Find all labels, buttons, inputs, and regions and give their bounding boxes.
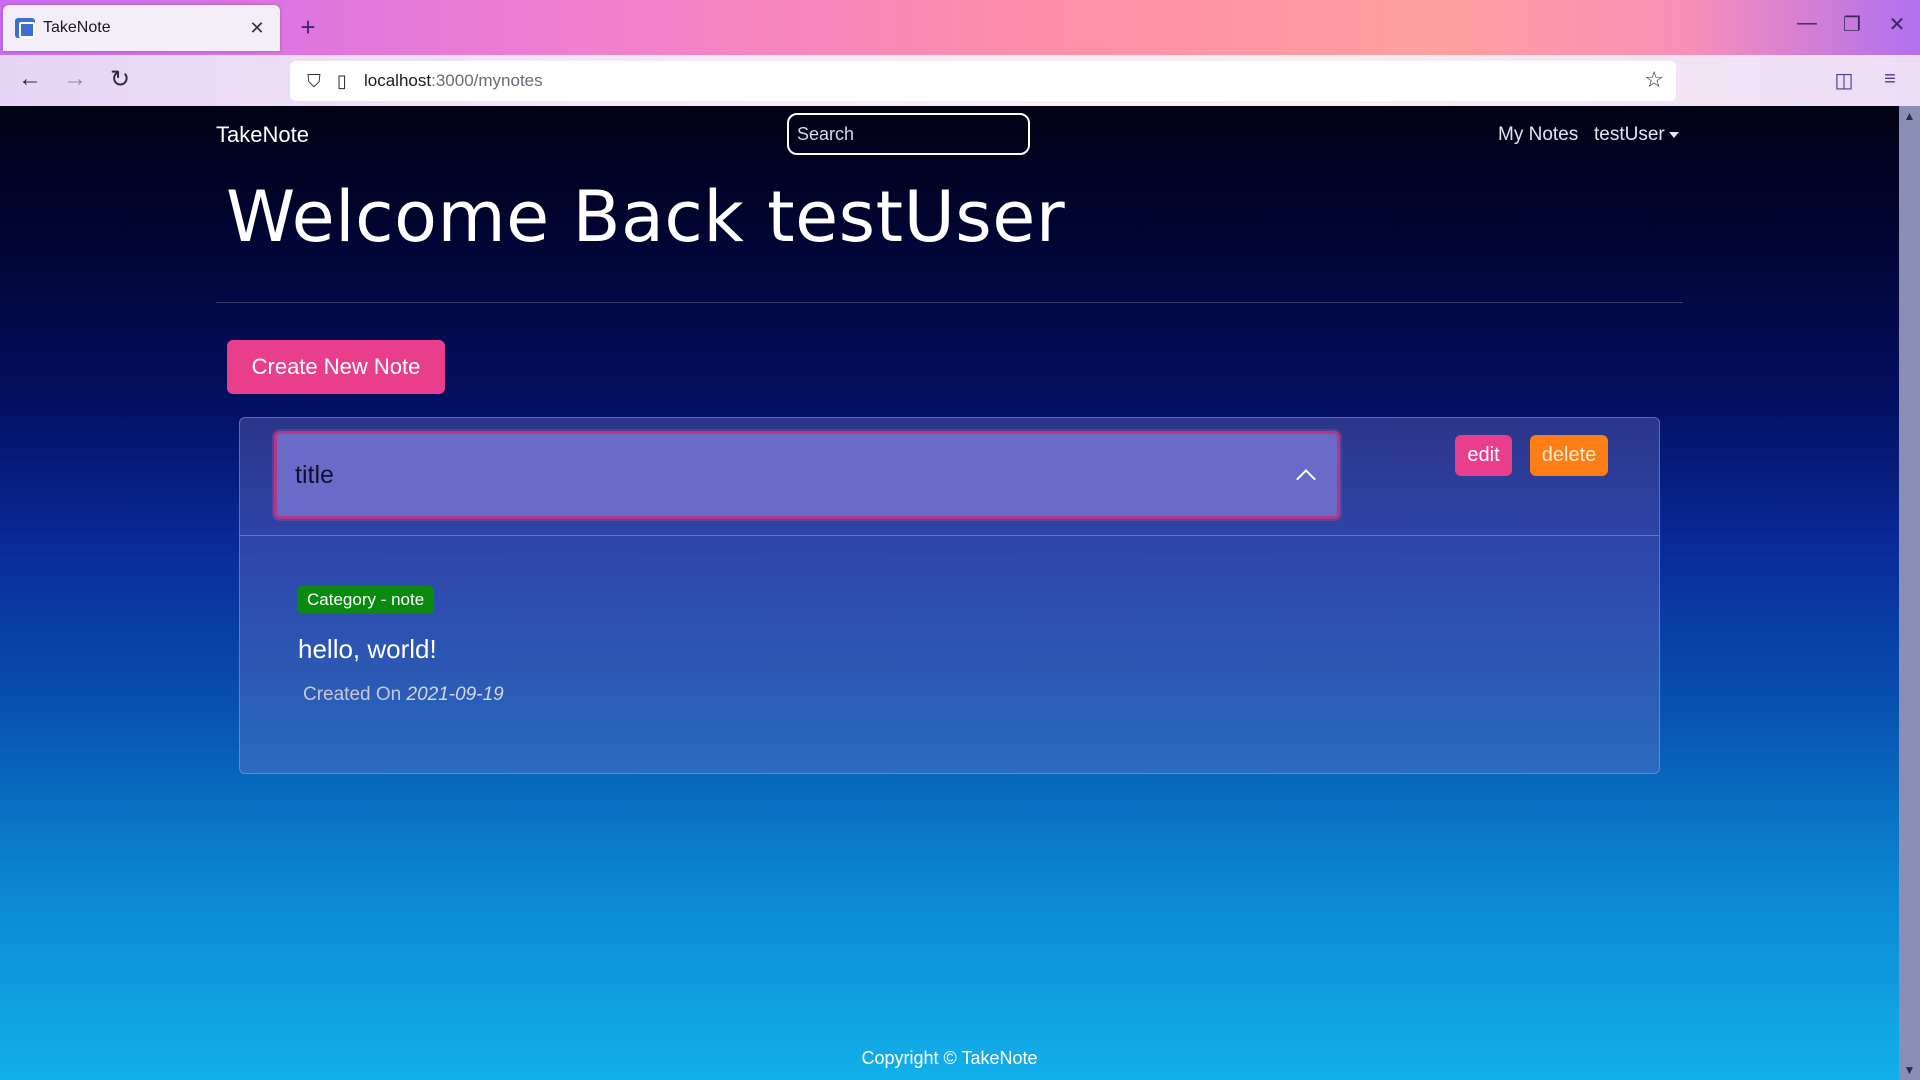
footer-copyright: Copyright © TakeNote [861,1048,1038,1068]
edit-button[interactable]: edit [1455,435,1512,476]
created-label: Created On [303,684,402,705]
window-close-icon[interactable]: ✕ [1882,12,1912,37]
new-tab-button[interactable]: + [294,12,322,43]
restore-icon[interactable]: ❐ [1837,12,1867,37]
browser-tab-strip: TakeNote ✕ + — ❐ ✕ [0,0,1920,55]
create-new-note-button[interactable]: Create New Note [227,340,445,394]
tab-title: TakeNote [43,19,111,36]
takenote-favicon-icon [15,18,35,38]
search-input[interactable] [787,113,1030,155]
address-bar[interactable]: ⛉ ▯ localhost:3000/mynotes ☆ [290,61,1676,101]
app-menu-icon[interactable]: ≡ [1876,68,1904,91]
category-badge: Category - note [297,586,435,614]
forward-icon[interactable]: → [59,65,91,93]
shield-icon[interactable]: ⛉ [300,71,328,92]
pocket-icon[interactable]: ◫ [1830,68,1858,93]
browser-toolbar: ← → ↻ ⛉ ▯ localhost:3000/mynotes ☆ ◫ ≡ [0,55,1920,106]
chevron-up-icon [1296,469,1316,489]
created-date-value: 2021-09-19 [406,684,504,705]
note-accordion-toggle[interactable]: title [274,431,1340,519]
page-viewport: TakeNote My Notes testUser Welcome Back … [0,106,1899,1080]
note-content: hello, world! [298,634,437,664]
reload-icon[interactable]: ↻ [104,65,136,94]
page-info-icon[interactable]: ▯ [328,71,356,92]
browser-tab[interactable]: TakeNote ✕ [3,5,280,51]
note-created-date: Created On 2021-09-19 [303,684,504,706]
brand-logo[interactable]: TakeNote [216,122,309,148]
user-name: testUser [1594,124,1665,145]
delete-button[interactable]: delete [1530,435,1608,476]
vertical-scrollbar[interactable]: ▲ ▼ [1899,106,1920,1080]
scroll-up-icon[interactable]: ▲ [1899,106,1920,126]
scroll-down-icon[interactable]: ▼ [1899,1060,1920,1080]
divider [216,302,1683,303]
note-title: title [295,460,334,489]
my-notes-link[interactable]: My Notes [1498,124,1578,146]
page-title: Welcome Back testUser [226,176,1066,258]
url-path: :3000/mynotes [431,71,543,90]
minimize-icon[interactable]: — [1792,12,1822,35]
caret-down-icon [1668,131,1679,138]
url-host: localhost [364,71,432,90]
note-card-header: title edit delete [240,418,1659,536]
user-dropdown[interactable]: testUser [1594,124,1679,146]
site-navbar: TakeNote My Notes testUser [0,106,1899,166]
tab-close-icon[interactable]: ✕ [246,18,268,39]
bookmark-star-icon[interactable]: ☆ [1644,67,1664,93]
back-icon[interactable]: ← [14,65,46,93]
note-card: title edit delete Category - note hello,… [239,417,1660,774]
